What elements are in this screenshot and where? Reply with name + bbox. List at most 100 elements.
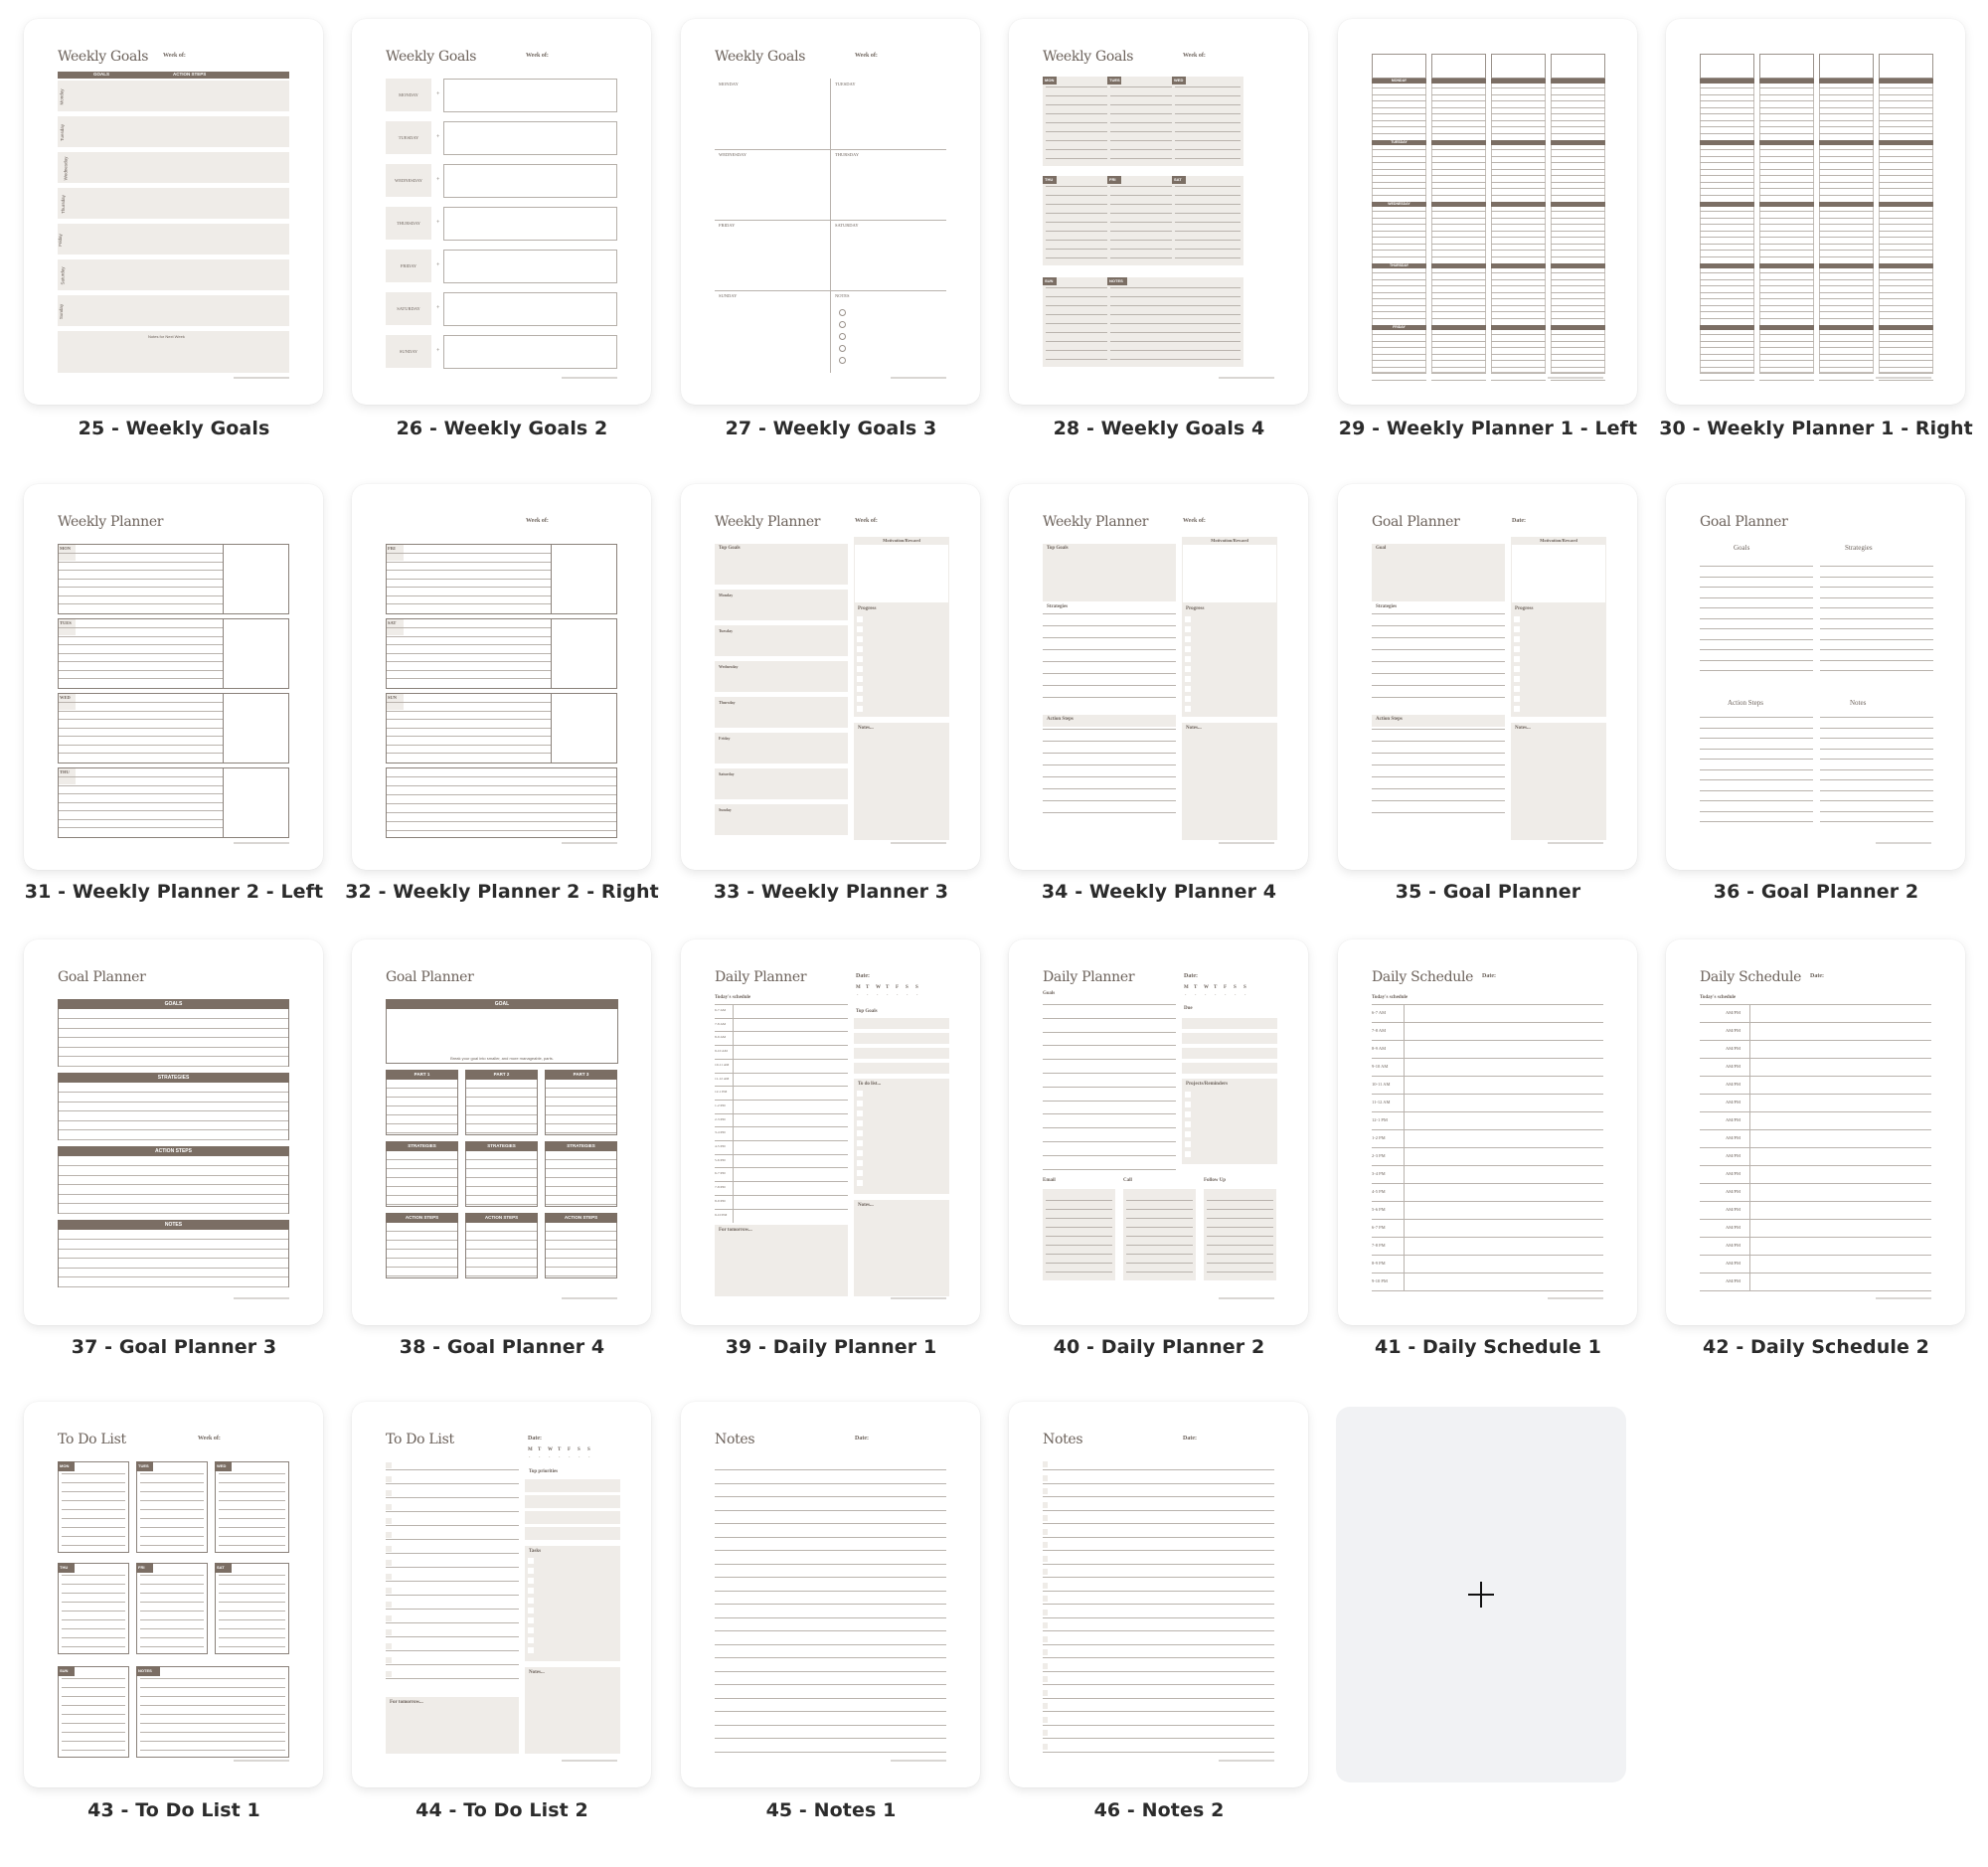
page-thumbnail-35[interactable]: Goal Planner Date: Goal Strategies Action St… bbox=[1338, 484, 1637, 870]
ruled-line bbox=[1431, 379, 1486, 381]
date-label: Date: bbox=[1183, 1436, 1197, 1442]
ruled-line bbox=[546, 1267, 616, 1268]
page-label[interactable]: 33 - Weekly Planner 3 bbox=[667, 881, 995, 903]
page-label[interactable]: 38 - Goal Planner 4 bbox=[338, 1336, 666, 1358]
day-bar bbox=[1700, 325, 1754, 330]
page-label[interactable]: 28 - Weekly Goals 4 bbox=[995, 418, 1323, 439]
ruled-line bbox=[1551, 126, 1605, 127]
ruled-line bbox=[387, 1240, 457, 1241]
schedule-line bbox=[715, 1045, 848, 1047]
page-label[interactable]: 29 - Weekly Planner 1 - Left bbox=[1324, 418, 1652, 439]
page-label[interactable]: 25 - Weekly Goals bbox=[10, 418, 338, 439]
page-thumbnail-38[interactable]: Goal Planner GOAL Break your goal into sma… bbox=[352, 939, 651, 1325]
page-preview: To Do List Date: M • T • W • T • F • S • S • For tomorro… bbox=[352, 1402, 651, 1787]
page-thumbnail-36[interactable]: Goal Planner Goals Strategies Action Steps N… bbox=[1666, 484, 1965, 870]
page-thumbnail-41[interactable]: Daily Schedule Date: Today's schedule 6-7 A… bbox=[1338, 939, 1637, 1325]
ruled-line bbox=[1759, 149, 1814, 150]
page-label[interactable]: 45 - Notes 1 bbox=[667, 1799, 995, 1821]
date-label: Date: bbox=[528, 1436, 542, 1442]
schedule-line bbox=[1700, 1094, 1931, 1095]
page-label[interactable]: 27 - Weekly Goals 3 bbox=[667, 418, 995, 439]
ruled-line bbox=[1879, 217, 1933, 219]
ruled-line bbox=[1820, 659, 1933, 661]
page-thumbnail-33[interactable]: Weekly Planner Week of: Top Goals Monday Tue… bbox=[681, 484, 980, 870]
ruled-line bbox=[1431, 353, 1486, 355]
checkbox bbox=[1514, 616, 1520, 622]
plus-icon: + bbox=[436, 91, 440, 97]
ruled-line bbox=[62, 1637, 125, 1638]
page-label[interactable]: 35 - Goal Planner bbox=[1324, 881, 1652, 903]
schedule-line bbox=[715, 1194, 848, 1196]
page-thumbnail-39[interactable]: Daily Planner Date: M • T • W • T • F • S • S • Today's … bbox=[681, 939, 980, 1325]
ruled-line bbox=[1759, 155, 1814, 157]
page-thumbnail-27[interactable]: Weekly Goals Week of: MONDAY TUESDAY WEDNESD… bbox=[681, 19, 980, 405]
ruled-line bbox=[387, 652, 551, 654]
ruled-line bbox=[1043, 1670, 1274, 1672]
time-label: 8-9 AM bbox=[1372, 1046, 1387, 1051]
page-thumbnail-37[interactable]: Goal Planner GOALS STRATEGIES ACTION STEPS N… bbox=[24, 939, 323, 1325]
time-label: 9-10 PM bbox=[715, 1212, 728, 1217]
ruled-line bbox=[140, 1518, 204, 1519]
ruled-line bbox=[1700, 106, 1754, 108]
page-label[interactable]: 34 - Weekly Planner 4 bbox=[995, 881, 1323, 903]
page-thumbnail-30[interactable] bbox=[1666, 19, 1965, 405]
ruled-line bbox=[59, 678, 223, 679]
ruled-line bbox=[1372, 181, 1426, 183]
page-thumbnail-40[interactable]: Daily Planner Date: M • T • W • T • F • S • S • Goals Due… bbox=[1009, 939, 1308, 1325]
ruled-line bbox=[59, 1203, 288, 1204]
day-label: Friday bbox=[57, 234, 63, 247]
ruled-line bbox=[1126, 1272, 1193, 1273]
ruled-line bbox=[1759, 373, 1814, 374]
ruled-line bbox=[546, 1231, 616, 1232]
checkbox bbox=[1043, 1555, 1048, 1562]
page-thumbnail-28[interactable]: Weekly Goals Week of: MON TUES WED THU FRI SAT S… bbox=[1009, 19, 1308, 405]
ruled-line bbox=[466, 1097, 537, 1098]
tasks-label: Tasks bbox=[529, 1549, 542, 1554]
day-bar bbox=[1759, 79, 1814, 84]
add-page-button[interactable] bbox=[1336, 1407, 1626, 1782]
page-label[interactable]: 31 - Weekly Planner 2 - Left bbox=[10, 881, 338, 903]
ruled-line bbox=[1759, 175, 1814, 176]
page-label[interactable]: 42 - Daily Schedule 2 bbox=[1652, 1336, 1980, 1358]
page-thumbnail-46[interactable]: Notes Date: bbox=[1009, 1402, 1308, 1787]
page-thumbnail-34[interactable]: Weekly Planner Week of: Top Goals Strategie… bbox=[1009, 484, 1308, 870]
column-label: Call bbox=[1123, 1178, 1132, 1183]
row-divider bbox=[715, 290, 946, 291]
page-label[interactable]: 26 - Weekly Goals 2 bbox=[338, 418, 666, 439]
page-label[interactable]: 46 - Notes 2 bbox=[995, 1799, 1323, 1821]
page-thumbnail-25[interactable]: Weekly Goals Week of: GOALS ACTION STEPS Mon… bbox=[24, 19, 323, 405]
plus-icon bbox=[1468, 1582, 1494, 1608]
page-label[interactable]: 30 - Weekly Planner 1 - Right bbox=[1652, 418, 1980, 439]
page-thumbnail-29[interactable]: MONDAY TUESDAY WEDNESDAY THURSDAY FRIDAY bbox=[1338, 19, 1637, 405]
ruled-line bbox=[219, 1491, 285, 1492]
ruled-line bbox=[1110, 86, 1176, 87]
ruled-line bbox=[1700, 317, 1754, 319]
page-label[interactable]: 44 - To Do List 2 bbox=[338, 1799, 666, 1821]
ruled-line bbox=[1043, 1059, 1176, 1061]
page-thumbnail-45[interactable]: Notes Date: bbox=[681, 1402, 980, 1787]
page-thumbnail-43[interactable]: To Do List Week of: MON TUES WED THU FRI SAT SUN… bbox=[24, 1402, 323, 1787]
page-label[interactable]: 43 - To Do List 1 bbox=[10, 1799, 338, 1821]
page-label[interactable]: 32 - Weekly Planner 2 - Right bbox=[338, 881, 666, 903]
page-label[interactable]: 36 - Goal Planner 2 bbox=[1652, 881, 1980, 903]
page-label[interactable]: 39 - Daily Planner 1 bbox=[667, 1336, 995, 1358]
ruled-line bbox=[466, 1132, 537, 1133]
ruled-line bbox=[1372, 132, 1426, 134]
page-thumbnail-31[interactable]: Weekly Planner MON TUES WED THU bbox=[24, 484, 323, 870]
page-thumbnail-32[interactable]: Week of: FRI SAT SUN bbox=[352, 484, 651, 870]
page-thumbnail-44[interactable]: To Do List Date: M • T • W • T • F • S • S • For tomorro… bbox=[352, 1402, 651, 1787]
page-label[interactable]: 41 - Daily Schedule 1 bbox=[1324, 1336, 1652, 1358]
ruled-line bbox=[140, 1750, 285, 1751]
ruled-line bbox=[59, 1027, 288, 1029]
page-thumbnail-26[interactable]: Weekly Goals Week of: MONDAY + TUESDAY + WEDNE… bbox=[352, 19, 651, 405]
page-thumbnail-42[interactable]: Daily Schedule Date: Today's schedule AM/PM… bbox=[1666, 939, 1965, 1325]
ruled-line bbox=[1372, 347, 1426, 348]
ruled-line bbox=[1043, 1113, 1176, 1115]
todo-line bbox=[386, 1511, 519, 1512]
weekday-letter: M bbox=[856, 985, 861, 990]
schedule-line bbox=[715, 1167, 848, 1169]
page-label[interactable]: 40 - Daily Planner 2 bbox=[995, 1336, 1323, 1358]
checkbox bbox=[1185, 686, 1191, 692]
ruled-line bbox=[1043, 1550, 1274, 1551]
page-label[interactable]: 37 - Goal Planner 3 bbox=[10, 1336, 338, 1358]
